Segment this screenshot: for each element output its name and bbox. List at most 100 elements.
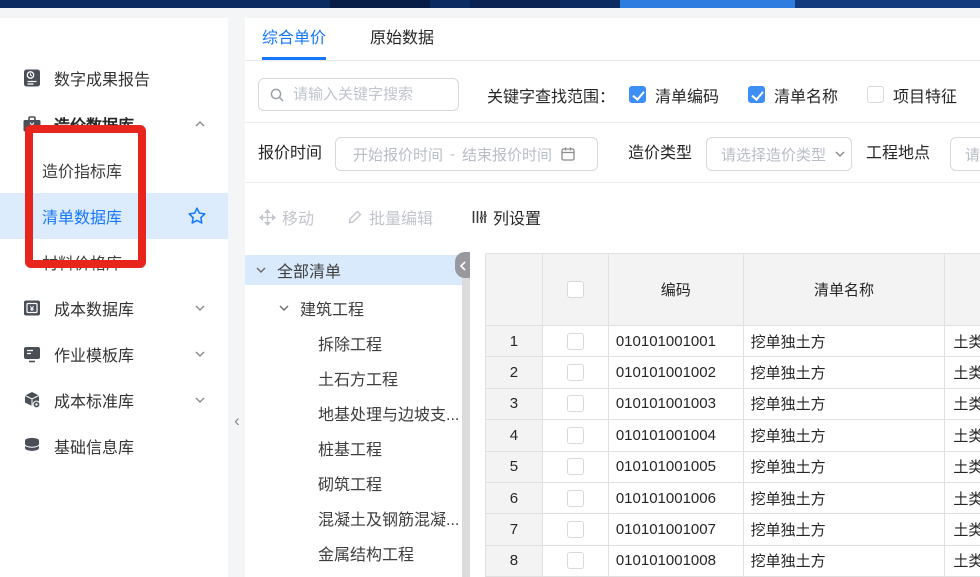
cell-extra: 土类别 (945, 514, 980, 545)
move-button[interactable]: 移动 (259, 205, 314, 229)
header-extra (945, 254, 980, 326)
tree-node-earthwork[interactable]: 土石方工程 (245, 360, 462, 395)
row-checkbox[interactable] (567, 333, 584, 350)
star-icon[interactable] (186, 205, 208, 227)
tree-node-label: 金属结构工程 (318, 541, 414, 565)
cell-extra: 土类别 (945, 483, 980, 514)
base-info-icon (22, 436, 42, 456)
checkbox-project-feature[interactable] (867, 86, 884, 103)
chevron-down-icon (834, 148, 846, 160)
table-row[interactable]: 1 010101001001 挖单独土方 土类别 (486, 326, 980, 357)
chevron-down-icon[interactable] (194, 394, 206, 406)
column-settings-icon (471, 209, 487, 225)
row-checkbox[interactable] (567, 395, 584, 412)
chevron-down-icon[interactable] (278, 302, 290, 314)
column-settings-button[interactable]: 列设置 (471, 205, 541, 229)
sidebar-item-label: 造价指标库 (42, 158, 122, 182)
row-checkbox[interactable] (567, 458, 584, 475)
sidebar-item-cost-standard-library[interactable]: 成本标准库 (0, 377, 228, 423)
row-index: 3 (486, 389, 543, 420)
chevron-down-icon[interactable] (194, 348, 206, 360)
price-database-icon: ¥ (22, 114, 42, 134)
table-row[interactable]: 4 010101001004 挖单独土方 土类别 (486, 420, 980, 451)
list-data-table: 编码 清单名称 1 010101001001 挖单独土方 土类别 2 01010… (485, 253, 980, 577)
calendar-icon (560, 146, 576, 162)
row-checkbox[interactable] (567, 427, 584, 444)
scope-option-list-name[interactable]: 清单名称 (748, 83, 838, 107)
sidebar-collapse-handle[interactable]: ‹ (229, 408, 245, 434)
checkbox-list-code[interactable] (629, 86, 646, 103)
sidebar-item-list-database[interactable]: 清单数据库 (0, 193, 228, 239)
table-header-row: 编码 清单名称 (486, 254, 980, 326)
row-checkbox[interactable] (567, 521, 584, 538)
tree-collapse-handle[interactable] (455, 252, 470, 278)
cell-name: 挖单独土方 (744, 357, 946, 388)
tree-node-metal-structure[interactable]: 金属结构工程 (245, 535, 462, 570)
tree-node-label: 桩基工程 (318, 436, 382, 460)
chevron-down-icon[interactable] (194, 302, 206, 314)
table-row[interactable]: 6 010101001006 挖单独土方 土类别 (486, 483, 980, 514)
chevron-up-icon[interactable] (194, 118, 206, 130)
keyword-search-box[interactable] (258, 78, 459, 111)
sidebar-item-cost-database[interactable]: ¥ 成本数据库 (0, 285, 228, 331)
divider (245, 182, 980, 183)
row-checkbox[interactable] (567, 552, 584, 569)
chevron-down-icon[interactable] (255, 264, 267, 276)
tree-node-all-lists[interactable]: 全部清单 (245, 255, 462, 285)
table-row[interactable]: 2 010101001002 挖单独土方 土类别 (486, 357, 980, 388)
tree-node-building-engineering[interactable]: 建筑工程 (245, 290, 462, 325)
search-input[interactable] (293, 86, 458, 103)
sidebar-item-price-database[interactable]: ¥ 造价数据库 (0, 101, 228, 147)
divider (245, 122, 980, 123)
sidebar-item-material-price-library[interactable]: 材料价格库 (0, 239, 228, 285)
cell-code: 010101001005 (609, 452, 744, 483)
quote-time-range-picker[interactable]: 开始报价时间 - 结束报价时间 (335, 137, 598, 171)
move-label: 移动 (282, 205, 314, 229)
edit-icon (347, 209, 363, 225)
cell-extra: 土类别 (945, 452, 980, 483)
scope-option-list-code[interactable]: 清单编码 (629, 83, 719, 107)
select-all-checkbox[interactable] (567, 281, 584, 298)
cell-code: 010101001001 (609, 326, 744, 357)
header-code: 编码 (609, 254, 744, 326)
sidebar: 数字成果报告 ¥ 造价数据库 造价指标库 清单数据库 材料价格库 ¥ 成本数据库… (0, 18, 228, 577)
tree-table-splitter[interactable] (462, 255, 470, 577)
sidebar-item-price-index-library[interactable]: 造价指标库 (0, 147, 228, 193)
sidebar-item-template-library[interactable]: 作业模板库 (0, 331, 228, 377)
table-row[interactable]: 3 010101001003 挖单独土方 土类别 (486, 389, 980, 420)
tree-node-foundation-treatment[interactable]: 地基处理与边坡支... (245, 395, 462, 430)
cost-type-placeholder: 请选择造价类型 (721, 144, 826, 165)
tree-node-demolition[interactable]: 拆除工程 (245, 325, 462, 360)
sidebar-item-digital-report[interactable]: 数字成果报告 (0, 55, 228, 101)
bullet-dot (26, 213, 32, 219)
cell-code: 010101001007 (609, 514, 744, 545)
tab-original-data[interactable]: 原始数据 (370, 18, 434, 60)
cell-extra: 土类别 (945, 326, 980, 357)
checkbox-list-name[interactable] (748, 86, 765, 103)
quote-time-label: 报价时间 (258, 130, 322, 178)
row-checkbox[interactable] (567, 364, 584, 381)
table-row[interactable]: 8 010101001008 挖单独土方 土类别 (486, 546, 980, 577)
batch-edit-button[interactable]: 批量编辑 (347, 205, 433, 229)
table-row[interactable]: 5 010101001005 挖单独土方 土类别 (486, 452, 980, 483)
row-index: 2 (486, 357, 543, 388)
tab-composite-unit-price[interactable]: 综合单价 (262, 18, 326, 60)
topbar-segment (330, 0, 430, 8)
tree-node-label: 混凝土及钢筋混凝... (318, 506, 459, 530)
header-checkbox-cell (543, 254, 609, 326)
cell-code: 010101001002 (609, 357, 744, 388)
tree-node-pile-foundation[interactable]: 桩基工程 (245, 430, 462, 465)
sidebar-item-base-info-library[interactable]: 基础信息库 (0, 423, 228, 469)
cost-type-select[interactable]: 请选择造价类型 (706, 137, 852, 171)
project-location-placeholder: 请选 (965, 144, 980, 165)
search-icon (269, 87, 285, 103)
sidebar-item-label: 成本标准库 (54, 388, 134, 412)
tree-node-masonry[interactable]: 砌筑工程 (245, 465, 462, 500)
scope-option-project-feature[interactable]: 项目特征 (867, 83, 957, 107)
sidebar-item-label: 基础信息库 (54, 434, 134, 458)
project-location-select[interactable]: 请选 (950, 137, 980, 171)
keyword-scope-group: 关键字查找范围： 清单编码 清单名称 项目特征 (487, 78, 957, 111)
table-row[interactable]: 7 010101001007 挖单独土方 土类别 (486, 514, 980, 545)
tree-node-concrete[interactable]: 混凝土及钢筋混凝... (245, 500, 462, 535)
row-checkbox[interactable] (567, 490, 584, 507)
